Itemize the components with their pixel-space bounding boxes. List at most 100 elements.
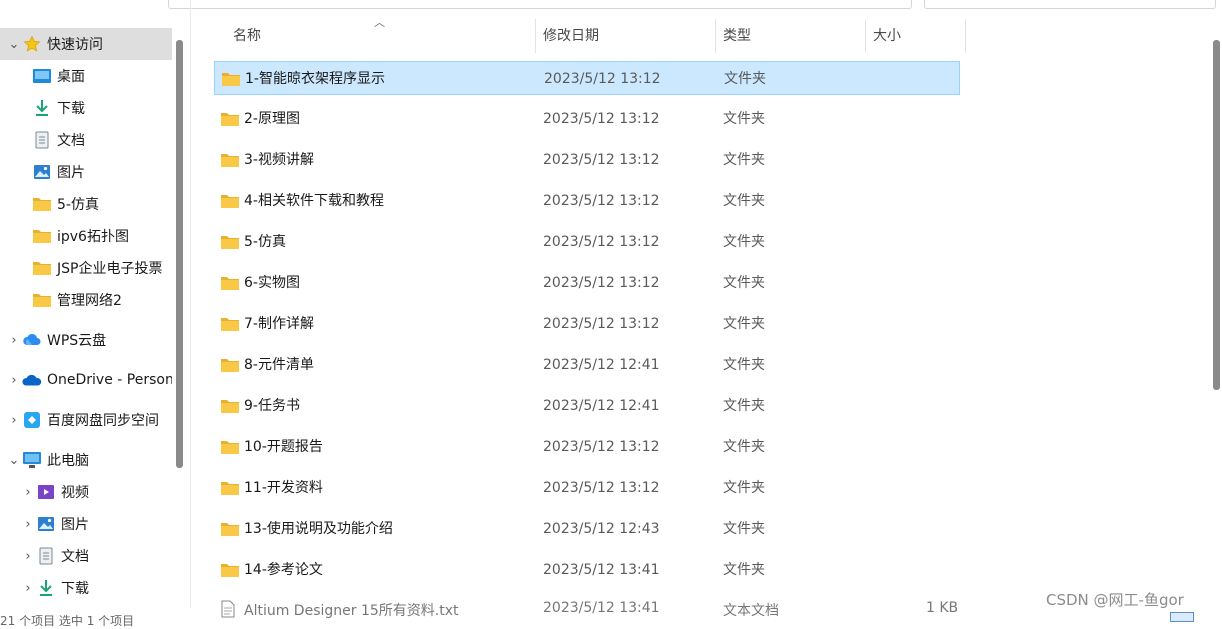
address-bar[interactable] — [168, 0, 912, 9]
file-date: 2023/5/12 13:12 — [543, 316, 660, 332]
chevron-right-icon[interactable]: › — [20, 549, 36, 564]
nav-scrollbar[interactable] — [176, 40, 183, 468]
chevron-right-icon[interactable]: › — [20, 581, 36, 596]
file-row[interactable]: 2-原理图 2023/5/12 13:12 文件夹 — [214, 102, 960, 136]
nav-item-label: 图片 — [57, 165, 85, 181]
file-type: 文件夹 — [723, 521, 765, 537]
file-row[interactable]: 14-参考论文 2023/5/12 13:41 文件夹 — [214, 553, 960, 587]
sort-ascending-icon: ︿ — [374, 16, 385, 29]
nav-item-label: 文档 — [57, 133, 85, 149]
chevron-right-icon[interactable]: › — [6, 413, 22, 428]
file-row[interactable]: 1-智能晾衣架程序显示 2023/5/12 13:12 文件夹 — [214, 61, 960, 95]
nav-item-label: 文档 — [61, 549, 89, 565]
file-type: 文件夹 — [723, 111, 765, 127]
file-type: 文件夹 — [723, 357, 765, 373]
navigation-pane: ⌄ 快速访问 桌面 下载 文档 图片 5-仿真 ipv6拓扑图 JSP企业电子投票 管理网络2 › W… — [0, 28, 172, 619]
file-row[interactable]: 13-使用说明及功能介绍 2023/5/12 12:43 文件夹 — [214, 512, 960, 546]
folder-icon — [32, 226, 52, 246]
onedrive-icon — [22, 370, 42, 390]
file-list-scrollbar[interactable] — [1213, 40, 1220, 390]
column-divider[interactable] — [865, 19, 866, 53]
file-name: 8-元件清单 — [244, 357, 314, 373]
chevron-right-icon[interactable]: › — [20, 517, 36, 532]
folder-icon — [220, 562, 240, 582]
folder-icon — [220, 193, 240, 213]
folder-icon — [32, 194, 52, 214]
folder-icon — [221, 71, 241, 91]
status-bar-text: 21 个项目 选中 1 个项目 — [0, 614, 135, 628]
chevron-right-icon[interactable]: › — [6, 373, 22, 388]
column-divider[interactable] — [535, 19, 536, 53]
download-icon — [32, 98, 52, 118]
file-row[interactable]: 7-制作详解 2023/5/12 13:12 文件夹 — [214, 307, 960, 341]
folder-icon — [220, 398, 240, 418]
nav-item-download-16[interactable]: › 下载 — [0, 572, 172, 604]
nav-item-label: 快速访问 — [47, 37, 103, 53]
folder-icon — [220, 521, 240, 541]
nav-item-document-15[interactable]: › 文档 — [0, 540, 172, 572]
nav-item-folder-5[interactable]: 5-仿真 — [0, 188, 172, 220]
nav-item-baidu-netdisk-11[interactable]: › 百度网盘同步空间 — [0, 404, 172, 436]
nav-item-label: 百度网盘同步空间 — [47, 413, 159, 429]
nav-item-folder-7[interactable]: JSP企业电子投票 — [0, 252, 172, 284]
file-date: 2023/5/12 13:12 — [543, 234, 660, 250]
nav-item-label: 桌面 — [57, 69, 85, 85]
file-name: 10-开题报告 — [244, 439, 323, 455]
column-divider[interactable] — [715, 19, 716, 53]
chevron-down-icon[interactable]: ⌄ — [6, 37, 22, 52]
file-row[interactable]: 6-实物图 2023/5/12 13:12 文件夹 — [214, 266, 960, 300]
file-row[interactable]: 3-视频讲解 2023/5/12 13:12 文件夹 — [214, 143, 960, 177]
nav-item-computer-12[interactable]: ⌄ 此电脑 — [0, 444, 172, 476]
file-row[interactable]: 9-任务书 2023/5/12 12:41 文件夹 — [214, 389, 960, 423]
nav-item-star-0[interactable]: ⌄ 快速访问 — [0, 28, 172, 60]
chevron-right-icon[interactable]: › — [6, 333, 22, 348]
folder-icon — [220, 111, 240, 131]
nav-item-pictures-14[interactable]: › 图片 — [0, 508, 172, 540]
download-icon — [36, 578, 56, 598]
file-date: 2023/5/12 13:12 — [544, 71, 661, 87]
chevron-right-icon[interactable]: › — [20, 485, 36, 500]
nav-item-pictures-4[interactable]: 图片 — [0, 156, 172, 188]
file-row[interactable]: 4-相关软件下载和教程 2023/5/12 13:12 文件夹 — [214, 184, 960, 218]
folder-icon — [220, 152, 240, 172]
nav-item-label: 下载 — [57, 101, 85, 117]
file-type: 文件夹 — [723, 562, 765, 578]
column-header-size[interactable]: 大小 — [873, 22, 901, 52]
nav-item-wps-cloud-9[interactable]: › WPS云盘 — [0, 324, 172, 356]
file-row[interactable]: 10-开题报告 2023/5/12 13:12 文件夹 — [214, 430, 960, 464]
file-row[interactable]: 8-元件清单 2023/5/12 12:41 文件夹 — [214, 348, 960, 382]
wps-cloud-icon — [22, 330, 42, 350]
column-header-type[interactable]: 类型 — [723, 22, 751, 52]
file-name: 9-任务书 — [244, 398, 300, 414]
file-type: 文件夹 — [723, 316, 765, 332]
file-row[interactable]: 5-仿真 2023/5/12 13:12 文件夹 — [214, 225, 960, 259]
nav-item-label: JSP企业电子投票 — [57, 261, 163, 277]
column-header-name[interactable]: 名称 — [233, 22, 261, 52]
file-row[interactable]: 11-开发资料 2023/5/12 13:12 文件夹 — [214, 471, 960, 505]
file-type: 文件夹 — [723, 275, 765, 291]
chevron-down-icon[interactable]: ⌄ — [6, 453, 22, 468]
nav-item-label: ipv6拓扑图 — [57, 229, 129, 245]
folder-icon — [220, 316, 240, 336]
nav-item-document-3[interactable]: 文档 — [0, 124, 172, 156]
nav-item-folder-6[interactable]: ipv6拓扑图 — [0, 220, 172, 252]
nav-item-onedrive-10[interactable]: › OneDrive - Personal — [0, 364, 172, 396]
partial-file-size: 1 KB — [926, 600, 959, 616]
file-date: 2023/5/12 12:43 — [543, 521, 660, 537]
details-view-button[interactable] — [1170, 612, 1194, 622]
column-divider[interactable] — [965, 19, 966, 53]
video-icon — [36, 482, 56, 502]
file-name: 13-使用说明及功能介绍 — [244, 521, 393, 537]
column-header-date[interactable]: 修改日期 — [543, 22, 599, 52]
file-date: 2023/5/12 13:12 — [543, 193, 660, 209]
nav-item-video-13[interactable]: › 视频 — [0, 476, 172, 508]
nav-item-download-2[interactable]: 下载 — [0, 92, 172, 124]
nav-item-folder-8[interactable]: 管理网络2 — [0, 284, 172, 316]
search-box[interactable] — [924, 0, 1216, 9]
nav-item-desktop-1[interactable]: 桌面 — [0, 60, 172, 92]
folder-icon — [32, 258, 52, 278]
pictures-icon — [32, 162, 52, 182]
folder-icon — [32, 290, 52, 310]
file-name: 1-智能晾衣架程序显示 — [245, 71, 385, 87]
file-row-partial[interactable]: Altium Designer 15所有资料.txt 2023/5/12 13:… — [214, 594, 974, 618]
